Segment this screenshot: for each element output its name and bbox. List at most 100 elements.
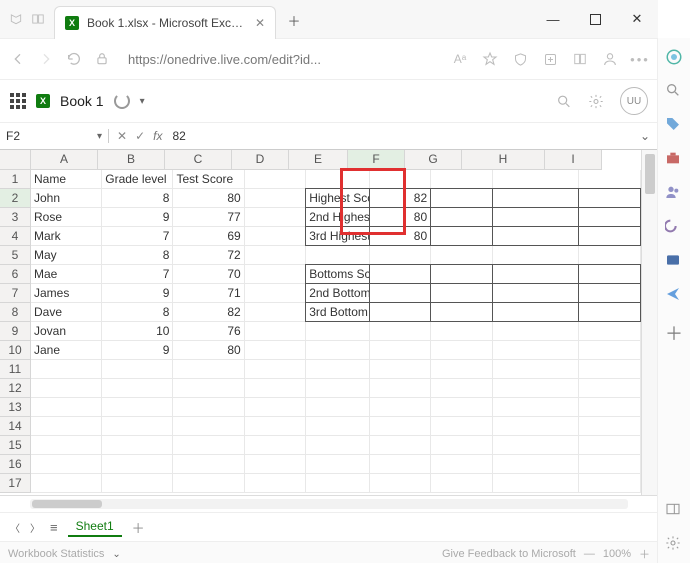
settings-gear-icon[interactable] [588, 93, 604, 109]
col-header[interactable]: D [232, 150, 289, 170]
url-text[interactable]: https://onedrive.live.com/edit?id... [122, 52, 440, 67]
briefcase-icon[interactable] [665, 150, 683, 168]
cell[interactable] [173, 455, 244, 474]
cell[interactable] [245, 455, 307, 474]
accept-formula-icon[interactable]: ✓ [135, 129, 145, 143]
col-header[interactable]: C [165, 150, 232, 170]
cell[interactable]: 2nd Highest [305, 207, 369, 227]
cell[interactable] [430, 188, 493, 208]
row-header[interactable]: 3 [0, 208, 31, 227]
cell[interactable] [430, 264, 493, 284]
cell[interactable]: 9 [102, 341, 173, 360]
cell[interactable] [578, 226, 641, 246]
cell[interactable]: 80 [369, 207, 432, 227]
expand-formula-bar-icon[interactable]: ⌄ [632, 129, 658, 143]
cell[interactable]: 76 [173, 322, 244, 341]
row-header[interactable]: 4 [0, 227, 31, 246]
cell[interactable] [579, 474, 641, 493]
row-header[interactable]: 7 [0, 284, 31, 303]
feedback-button[interactable]: Give Feedback to Microsoft [442, 548, 576, 560]
cell[interactable] [306, 474, 369, 493]
cell[interactable] [31, 436, 102, 455]
cell[interactable] [31, 398, 102, 417]
cell[interactable] [306, 322, 369, 341]
user-avatar[interactable]: UU [620, 87, 648, 115]
cell[interactable] [370, 360, 432, 379]
cell[interactable] [245, 208, 307, 227]
cell[interactable]: Test Score [173, 170, 244, 189]
cell[interactable] [579, 436, 641, 455]
document-title[interactable]: Book 1 [60, 93, 104, 109]
cell[interactable] [431, 417, 493, 436]
row-header[interactable]: 15 [0, 436, 31, 455]
cell[interactable] [492, 226, 580, 246]
row-header[interactable]: 13 [0, 398, 31, 417]
cell[interactable]: Mark [31, 227, 102, 246]
cell[interactable] [306, 455, 369, 474]
cell[interactable]: Dave [31, 303, 102, 322]
formula-input[interactable]: 82 [168, 129, 631, 143]
cell[interactable]: 69 [173, 227, 244, 246]
cell[interactable]: Jane [31, 341, 102, 360]
cell[interactable]: 3rd Bottom [305, 302, 369, 322]
col-header[interactable]: A [31, 150, 98, 170]
cell[interactable]: 80 [173, 189, 244, 208]
window-minimize-button[interactable]: ― [532, 0, 574, 38]
cell[interactable] [306, 341, 369, 360]
vertical-scrollbar[interactable] [641, 150, 658, 495]
cell[interactable] [493, 474, 580, 493]
cell[interactable]: 3rd Highest [305, 226, 369, 246]
cell[interactable] [578, 188, 641, 208]
cell[interactable] [173, 417, 244, 436]
cell[interactable] [306, 436, 369, 455]
zoom-out-button[interactable]: — [584, 548, 595, 560]
cell[interactable] [493, 417, 580, 436]
cell[interactable] [578, 302, 641, 322]
cell[interactable] [245, 398, 307, 417]
cell[interactable] [493, 170, 580, 189]
cell[interactable] [245, 322, 307, 341]
cell[interactable] [370, 398, 432, 417]
row-header[interactable]: 10 [0, 341, 31, 360]
outlook-icon[interactable] [665, 252, 683, 270]
cell[interactable] [431, 398, 493, 417]
close-tab-icon[interactable]: ✕ [255, 16, 265, 30]
cell[interactable] [579, 322, 641, 341]
row-header[interactable]: 12 [0, 379, 31, 398]
copilot-icon[interactable] [665, 48, 683, 66]
cell[interactable]: Bottoms Score [305, 264, 369, 284]
add-app-icon[interactable]: ＋ [665, 320, 683, 338]
all-sheets-icon[interactable]: ≡ [50, 520, 58, 535]
cell[interactable] [245, 189, 307, 208]
row-header[interactable]: 5 [0, 246, 31, 265]
cell[interactable] [579, 246, 641, 265]
cell[interactable] [306, 246, 369, 265]
back-button[interactable] [10, 51, 26, 67]
cell[interactable] [245, 246, 307, 265]
settings-rail-icon[interactable] [665, 535, 683, 553]
cell[interactable] [245, 341, 307, 360]
cell[interactable]: Jovan [31, 322, 102, 341]
cell[interactable] [370, 474, 432, 493]
window-close-button[interactable]: ✕ [616, 0, 658, 38]
cell[interactable] [370, 170, 432, 189]
row-header[interactable]: 2 [0, 189, 31, 208]
cell[interactable] [431, 341, 493, 360]
cell[interactable] [578, 264, 641, 284]
cell[interactable] [31, 474, 102, 493]
cell[interactable]: 80 [173, 341, 244, 360]
cell[interactable] [31, 360, 102, 379]
spreadsheet-grid[interactable]: A B C D E F G H I 1NameGrade levelTest S… [0, 150, 641, 495]
cell[interactable] [306, 398, 369, 417]
cell[interactable] [102, 417, 173, 436]
cell[interactable] [579, 398, 641, 417]
cell[interactable] [245, 417, 307, 436]
cell[interactable] [173, 398, 244, 417]
cell[interactable] [431, 322, 493, 341]
cell[interactable] [370, 379, 432, 398]
people-icon[interactable] [665, 184, 683, 202]
cell[interactable] [370, 436, 432, 455]
cell[interactable] [369, 283, 432, 303]
zoom-in-button[interactable]: ＋ [639, 546, 650, 562]
cell[interactable] [370, 417, 432, 436]
